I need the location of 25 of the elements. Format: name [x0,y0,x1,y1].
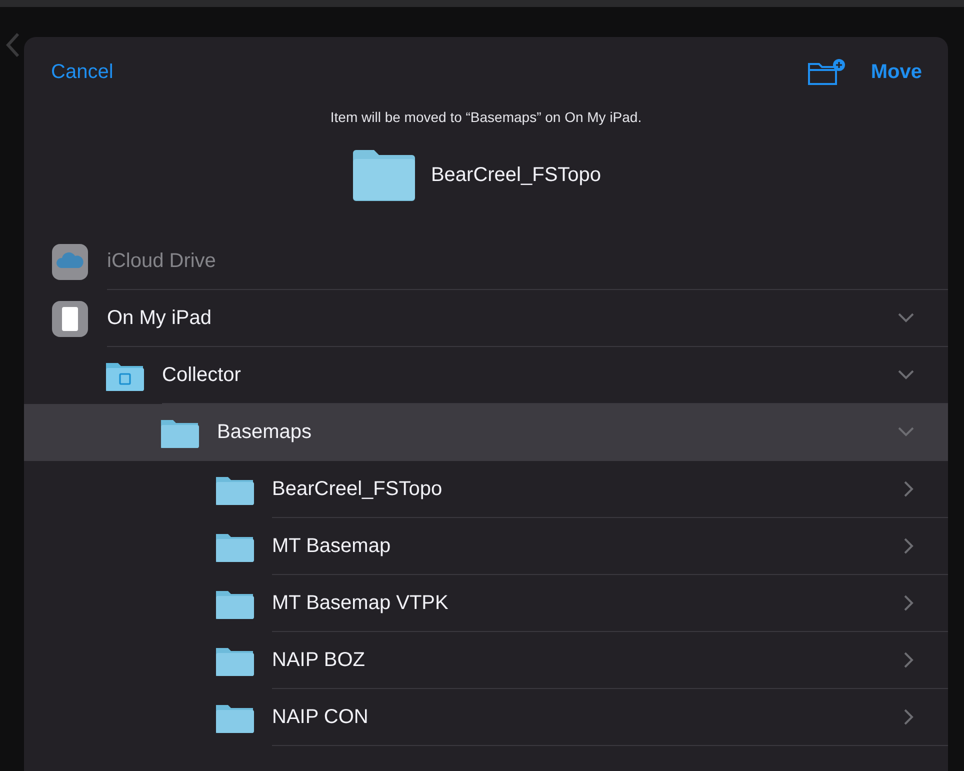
item-name: BearCreel_FSTopo [430,164,602,186]
location-row[interactable]: NAIP CON [24,689,948,746]
location-name: On My iPad [107,306,212,330]
cloud-icon [51,242,89,280]
cancel-button[interactable]: Cancel [51,60,114,84]
location-name: Collector [162,364,241,386]
location-name: iCloud Drive [107,250,216,272]
location-row[interactable]: MT Basemap [24,518,948,575]
location-row[interactable]: BearCreel_FSTopo [24,461,948,518]
move-button[interactable]: Move [870,60,922,84]
location-row[interactable]: MT Basemap VTPK [24,575,948,632]
folder-icon [350,149,417,201]
new-folder-icon[interactable] [806,58,845,86]
location-name: MT Basemap VTPK [272,592,448,614]
location-name: BearCreel_FSTopo [272,478,442,500]
destination-message: Item will be moved to “Basemaps” on On My iPad. [329,109,643,125]
back-chevron-icon [6,32,20,58]
location-name: Basemaps [217,420,312,444]
location-row[interactable]: Basemaps [24,404,948,461]
location-name: NAIP BOZ [272,648,365,672]
location-name: MT Basemap [272,534,391,558]
tablet-icon [51,300,89,338]
location-row[interactable]: On My iPad [24,290,948,347]
location-row[interactable]: NAIP BOZ [24,632,948,689]
location-name: NAIP CON [272,706,368,728]
